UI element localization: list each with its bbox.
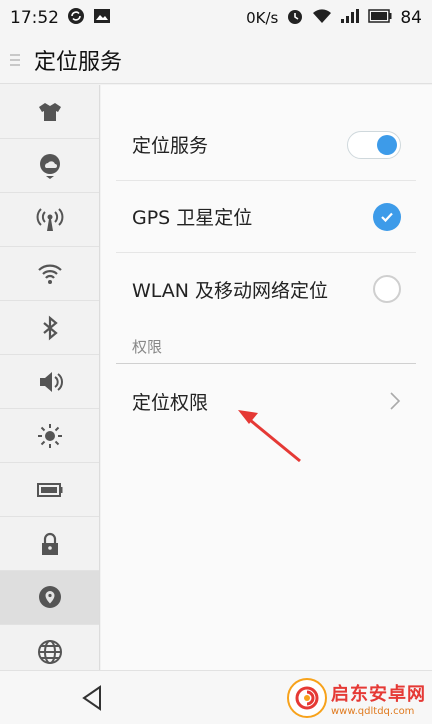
- wifi-icon: [37, 264, 62, 284]
- theme-shirt-icon: [38, 102, 61, 121]
- watermark-title: 启东安卓网: [331, 683, 426, 705]
- location-service-toggle[interactable]: [347, 130, 401, 159]
- hotspot-icon: [36, 207, 63, 231]
- lock-icon: [41, 532, 58, 555]
- wlan-row[interactable]: WLAN 及移动网络定位: [116, 253, 416, 325]
- globe-icon: [37, 639, 62, 664]
- bluetooth-icon: [42, 315, 58, 340]
- status-bar: 17:52 0K/s 84: [0, 0, 432, 36]
- sidebar-item-theme[interactable]: [0, 85, 99, 139]
- sidebar-item-cloud[interactable]: [0, 139, 99, 193]
- watermark: 启东安卓网 www.qdltdq.com: [287, 678, 426, 718]
- sidebar-item-location[interactable]: [0, 571, 99, 625]
- image-icon: [93, 8, 111, 29]
- sidebar-item-sound[interactable]: [0, 355, 99, 409]
- watermark-url: www.qdltdq.com: [331, 705, 415, 717]
- alarm-icon: [286, 7, 304, 29]
- wifi-icon: [312, 8, 332, 28]
- permissions-section-header: 权限: [116, 330, 416, 364]
- menu-icon[interactable]: [0, 53, 26, 66]
- battery-level: 84: [400, 8, 422, 28]
- wlan-checkbox[interactable]: [373, 275, 401, 303]
- sidebar-item-hotspot[interactable]: [0, 193, 99, 247]
- wlan-label: WLAN 及移动网络定位: [132, 279, 329, 302]
- battery-icon: [368, 9, 392, 27]
- location-service-label: 定位服务: [132, 135, 209, 157]
- battery-icon: [36, 482, 62, 497]
- signal-icon: [340, 8, 360, 28]
- sync-icon: [67, 7, 85, 30]
- network-speed: 0K/s: [246, 9, 279, 27]
- watermark-logo-icon: [287, 678, 327, 718]
- sidebar-item-battery[interactable]: [0, 463, 99, 517]
- chevron-right-icon: [390, 392, 401, 410]
- location-permissions-label: 定位权限: [132, 391, 209, 414]
- location-service-row[interactable]: 定位服务: [116, 109, 416, 181]
- sound-icon: [39, 371, 63, 392]
- gps-label: GPS 卫星定位: [132, 207, 253, 229]
- gps-row[interactable]: GPS 卫星定位: [116, 181, 416, 253]
- location-permissions-row[interactable]: 定位权限: [116, 365, 416, 437]
- gps-checkbox[interactable]: [373, 202, 401, 231]
- settings-sidebar: [0, 85, 100, 670]
- back-icon[interactable]: [78, 683, 108, 713]
- sidebar-item-bluetooth[interactable]: [0, 301, 99, 355]
- cloud-location-icon: [39, 153, 60, 179]
- brightness-icon: [37, 423, 62, 448]
- sidebar-item-language[interactable]: [0, 625, 99, 670]
- permissions-section-label: 权限: [132, 338, 163, 356]
- checkmark-icon: [381, 212, 393, 222]
- sidebar-item-display[interactable]: [0, 409, 99, 463]
- location-settings-panel: 定位服务 GPS 卫星定位 WLAN 及移动网络定位 权限 定位权限: [101, 85, 432, 670]
- sidebar-item-wifi[interactable]: [0, 247, 99, 301]
- location-icon: [38, 585, 61, 608]
- status-time: 17:52: [10, 8, 59, 28]
- page-title: 定位服务: [34, 49, 123, 75]
- sidebar-item-security[interactable]: [0, 517, 99, 571]
- title-bar: 定位服务: [0, 36, 432, 84]
